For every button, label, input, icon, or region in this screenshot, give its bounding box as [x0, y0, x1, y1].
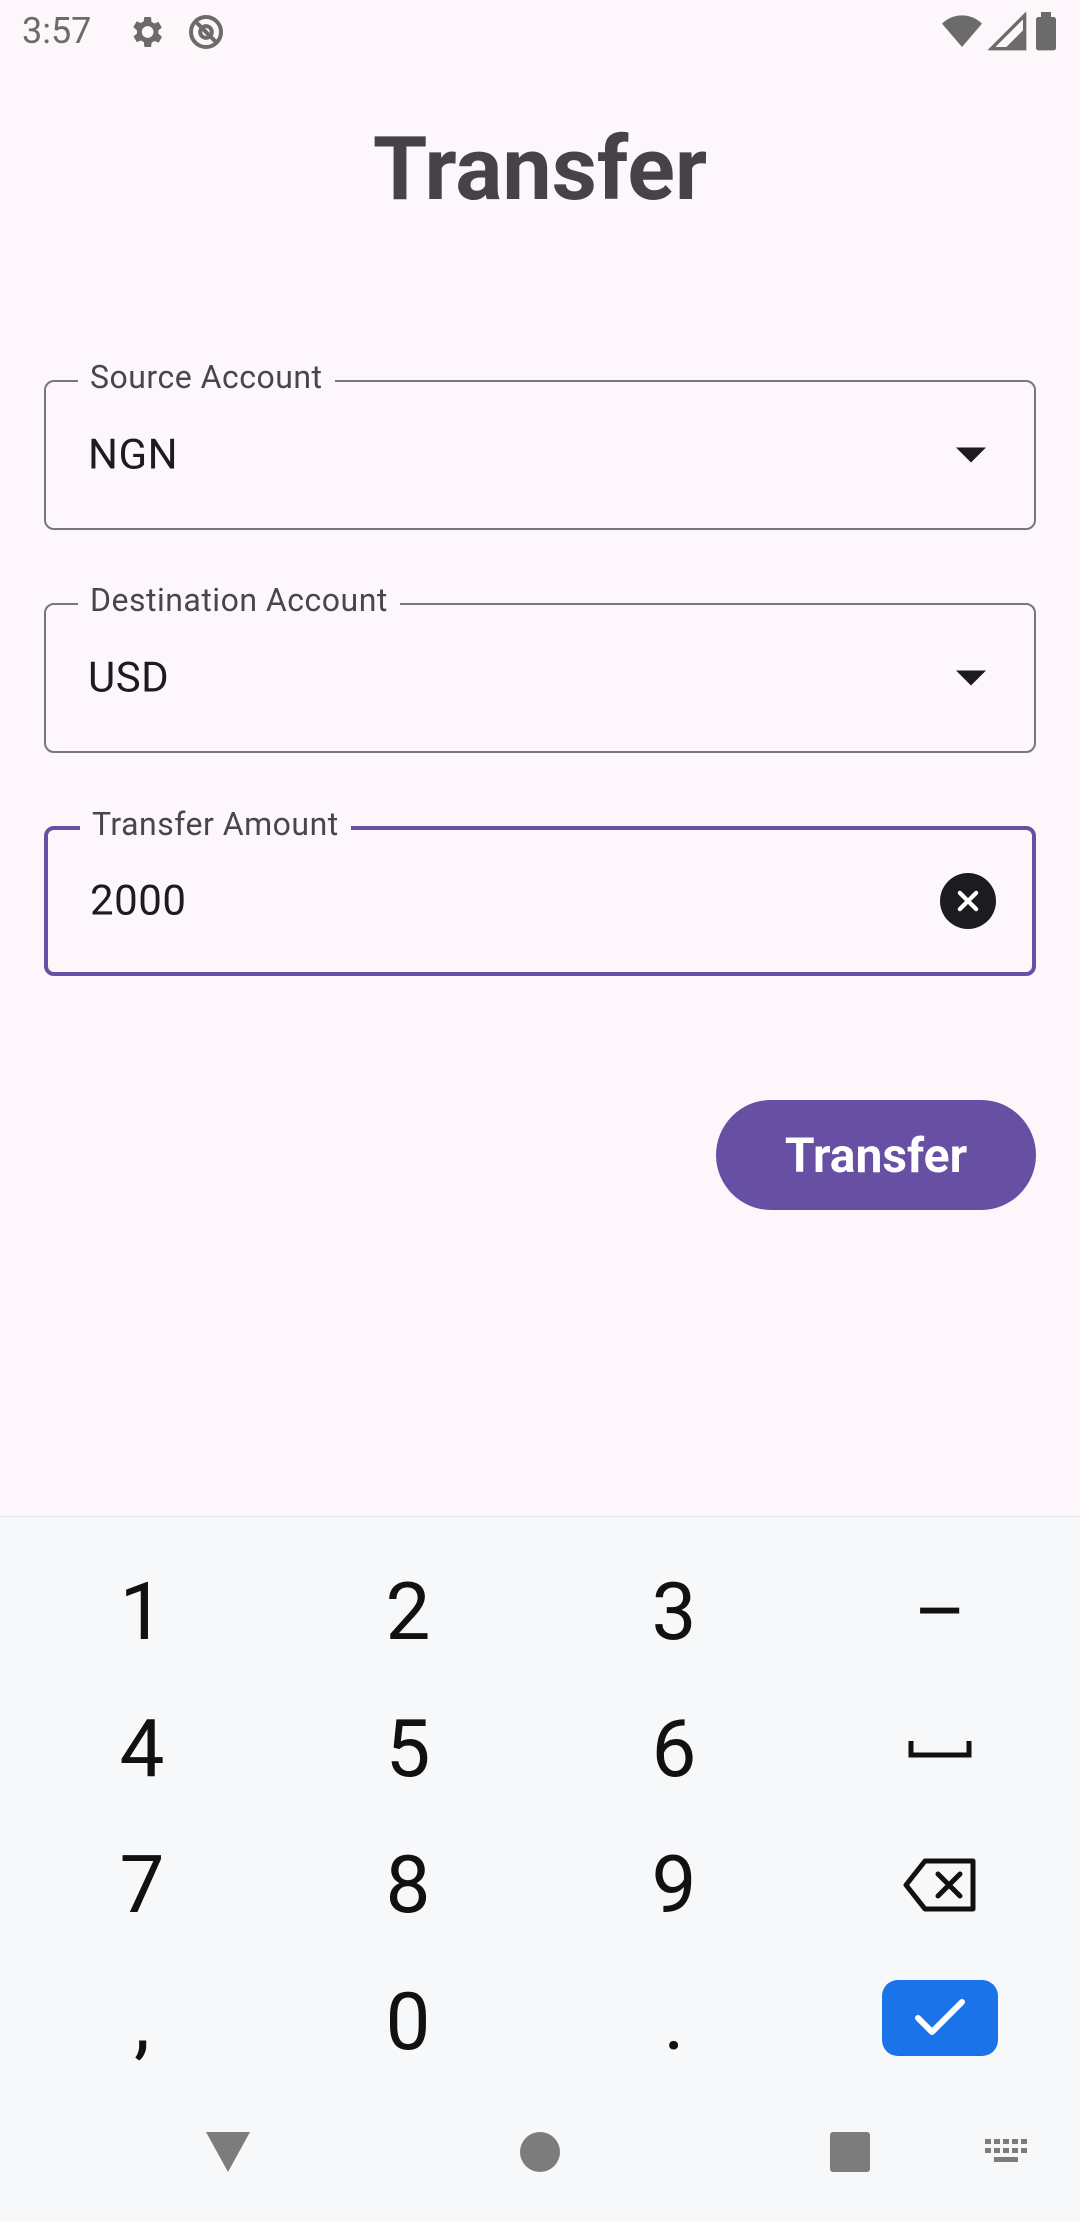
key-minus[interactable]: – [820, 1552, 1060, 1672]
destination-account-label: Destination Account [78, 581, 400, 619]
battery-icon [1032, 12, 1060, 56]
transfer-amount-input[interactable]: Transfer Amount 2000 [44, 805, 1036, 976]
chevron-down-icon[interactable] [956, 447, 986, 463]
chevron-down-icon[interactable] [956, 670, 986, 686]
status-time: 3:57 [22, 10, 92, 52]
transfer-button[interactable]: Transfer [716, 1100, 1036, 1210]
key-period[interactable]: . [554, 1962, 794, 2082]
recents-icon[interactable] [828, 2130, 872, 2178]
key-5[interactable]: 5 [288, 1689, 528, 1809]
key-1[interactable]: 1 [22, 1552, 262, 1672]
key-comma[interactable]: , [22, 1962, 262, 2082]
key-2[interactable]: 2 [288, 1552, 528, 1672]
key-8[interactable]: 8 [288, 1825, 528, 1945]
key-0[interactable]: 0 [288, 1962, 528, 2082]
gear-icon [126, 12, 166, 56]
destination-account-value: USD [88, 653, 170, 703]
home-icon[interactable] [518, 2130, 562, 2178]
transfer-amount-label: Transfer Amount [80, 805, 351, 843]
key-4[interactable]: 4 [22, 1689, 262, 1809]
page-title: Transfer [372, 118, 708, 221]
status-bar: 3:57 [0, 0, 1080, 66]
status-indicators [940, 11, 1060, 56]
source-account-label: Source Account [78, 358, 335, 396]
check-icon [915, 1999, 965, 2035]
key-6[interactable]: 6 [554, 1689, 794, 1809]
clear-icon[interactable] [940, 873, 996, 929]
transfer-amount-value[interactable]: 2000 [90, 877, 186, 926]
keyboard-icon[interactable] [984, 2138, 1030, 2172]
key-3[interactable]: 3 [554, 1552, 794, 1672]
signal-icon [987, 11, 1032, 56]
source-account-value: NGN [88, 430, 179, 480]
enter-key[interactable] [882, 1980, 998, 2056]
key-7[interactable]: 7 [22, 1825, 262, 1945]
navigation-bar [0, 2090, 1080, 2220]
backspace-key[interactable] [820, 1825, 1060, 1945]
destination-account-dropdown[interactable]: Destination Account USD [44, 581, 1036, 753]
key-9[interactable]: 9 [554, 1825, 794, 1945]
source-account-dropdown[interactable]: Source Account NGN [44, 358, 1036, 530]
space-key[interactable] [820, 1689, 1060, 1809]
backspace-icon [903, 1858, 976, 1912]
space-icon [908, 1741, 972, 1758]
at-sign-icon [186, 12, 226, 56]
back-icon[interactable] [204, 2130, 252, 2178]
wifi-icon [940, 15, 988, 56]
